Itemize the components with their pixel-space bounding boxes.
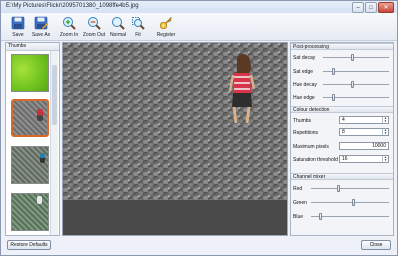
scrollbar-thumb[interactable] bbox=[52, 65, 57, 125]
fit-label: Fit bbox=[135, 32, 141, 38]
blue-row: Blue bbox=[293, 212, 391, 221]
green-slider[interactable] bbox=[311, 199, 389, 206]
red-row: Red bbox=[293, 184, 391, 193]
save-as-button[interactable]: Save As bbox=[26, 16, 56, 38]
blue-label: Blue bbox=[293, 214, 304, 220]
hue-edge-slider[interactable] bbox=[323, 94, 389, 101]
fit-button[interactable]: Fit bbox=[123, 16, 153, 38]
thumbnail-3[interactable] bbox=[11, 146, 49, 184]
thumbs-row: Thumbs 4 ▲ ▼ bbox=[293, 116, 391, 125]
thumbs-label: Thumbs bbox=[293, 118, 312, 124]
key-icon bbox=[159, 17, 172, 30]
red-handle[interactable] bbox=[337, 185, 341, 192]
thumbnail-2[interactable] bbox=[11, 99, 49, 137]
register-button[interactable]: Register bbox=[151, 16, 181, 38]
window-controls: – □ ✕ bbox=[352, 2, 394, 13]
sat-edge-handle[interactable] bbox=[332, 68, 336, 75]
spin-arrows-icon[interactable]: ▲ ▼ bbox=[382, 156, 388, 162]
green-label: Green bbox=[293, 200, 307, 206]
close-window-button[interactable]: ✕ bbox=[378, 2, 394, 13]
thumbs-value: 4 bbox=[342, 117, 345, 123]
channel-mixer-header: Channel mixer bbox=[291, 173, 393, 180]
zoom-out-icon bbox=[88, 17, 101, 30]
sat-decay-slider[interactable] bbox=[323, 54, 389, 61]
hue-edge-handle[interactable] bbox=[332, 94, 336, 101]
thumbnail-figure bbox=[37, 196, 42, 204]
zoom-in-icon bbox=[63, 17, 76, 30]
repetitions-spinbox[interactable]: 8 ▲ ▼ bbox=[339, 128, 389, 136]
hue-decay-handle[interactable] bbox=[351, 81, 355, 88]
max-pixels-field[interactable]: 10000 bbox=[339, 142, 389, 150]
hue-edge-label: Hue edge bbox=[293, 95, 315, 101]
save-as-icon bbox=[34, 16, 48, 30]
register-label: Register bbox=[156, 32, 176, 38]
sat-decay-row: Sat decay bbox=[293, 53, 391, 62]
thumbs-spinbox[interactable]: 4 ▲ ▼ bbox=[339, 116, 389, 124]
hue-edge-row: Hue edge bbox=[293, 93, 391, 102]
app-window: E:\My Pictures\Flickr\2095701380_1098ffe… bbox=[0, 0, 398, 256]
thumbnail-4[interactable] bbox=[11, 193, 49, 231]
blue-handle[interactable] bbox=[318, 213, 322, 220]
thumbnails-scrollbar[interactable] bbox=[50, 51, 58, 235]
sat-threshold-label: Saturation threshold bbox=[293, 157, 338, 163]
thumbnails-header: Thumbs bbox=[6, 43, 59, 51]
blue-slider[interactable] bbox=[311, 213, 389, 220]
spin-arrows-icon[interactable]: ▲ ▼ bbox=[382, 117, 388, 123]
image-view[interactable] bbox=[62, 42, 288, 236]
thumbnail-figure bbox=[40, 153, 45, 163]
sat-edge-row: Sat edge bbox=[293, 67, 391, 76]
sat-threshold-row: Saturation threshold 16 ▲ ▼ bbox=[293, 155, 391, 164]
thumbnail-1[interactable] bbox=[11, 54, 49, 92]
resize-grip-icon[interactable]: ⋰ bbox=[391, 248, 396, 254]
green-row: Green bbox=[293, 198, 391, 207]
minimize-button[interactable]: – bbox=[352, 2, 364, 13]
repetitions-value: 8 bbox=[342, 129, 345, 135]
colour-detection-header: Colour detection bbox=[291, 106, 393, 113]
hue-decay-slider[interactable] bbox=[323, 81, 389, 88]
thumbnail-figure bbox=[37, 109, 43, 121]
window-title: E:\My Pictures\Flickr\2095701380_1098ffe… bbox=[6, 3, 139, 9]
maximize-icon: □ bbox=[369, 4, 373, 11]
fit-icon bbox=[132, 17, 145, 30]
red-slider[interactable] bbox=[311, 185, 389, 192]
hue-decay-row: Hue decay bbox=[293, 80, 391, 89]
spin-arrows-icon[interactable]: ▲ ▼ bbox=[382, 129, 388, 135]
thumbnails-panel: Thumbs bbox=[5, 42, 60, 236]
sat-decay-handle[interactable] bbox=[351, 54, 355, 61]
close-button[interactable]: Close bbox=[361, 240, 391, 250]
sat-edge-slider[interactable] bbox=[323, 68, 389, 75]
post-processing-header: Post-processing bbox=[291, 43, 393, 50]
repetitions-row: Repetitions 8 ▲ ▼ bbox=[293, 128, 391, 137]
close-icon: ✕ bbox=[383, 4, 389, 11]
minimize-icon: – bbox=[356, 4, 360, 11]
save-as-label: Save As bbox=[31, 32, 51, 38]
sat-edge-label: Sat edge bbox=[293, 69, 314, 75]
toolbar: Save Save As Zoom In Zoom Out Normal Fit… bbox=[1, 13, 397, 41]
maximize-button[interactable]: □ bbox=[365, 2, 377, 13]
green-handle[interactable] bbox=[352, 199, 356, 206]
sat-threshold-value: 16 bbox=[342, 156, 348, 162]
max-pixels-row: Maximum pixels 10000 bbox=[293, 142, 391, 151]
save-icon bbox=[11, 16, 25, 30]
sat-decay-label: Sat decay bbox=[293, 55, 316, 61]
red-label: Red bbox=[293, 186, 303, 192]
repetitions-label: Repetitions bbox=[293, 130, 319, 136]
sat-threshold-spinbox[interactable]: 16 ▲ ▼ bbox=[339, 155, 389, 163]
max-pixels-label: Maximum pixels bbox=[293, 144, 329, 150]
settings-panel: Post-processing Sat decay Sat edge Hue d… bbox=[290, 42, 394, 236]
main-photo bbox=[63, 43, 287, 235]
hue-decay-label: Hue decay bbox=[293, 82, 317, 88]
restore-defaults-button[interactable]: Restore Defaults bbox=[7, 240, 51, 250]
